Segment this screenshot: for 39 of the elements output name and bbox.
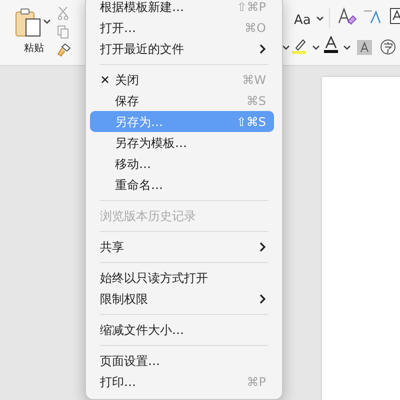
chevron-right-icon	[259, 44, 266, 54]
menu-item[interactable]: 始终以只读方式打开	[90, 267, 274, 288]
menu-item[interactable]: 根据模板新建… ⇧⌘P	[90, 0, 274, 17]
clipboard-icon	[15, 8, 43, 38]
menu-item[interactable]: 打开最近的文件	[90, 38, 274, 59]
menu-item[interactable]: ✕ 关闭 ⌘W	[90, 69, 274, 90]
chevron-right-icon	[259, 294, 266, 304]
highlighter-icon[interactable]	[291, 38, 309, 54]
menu-item[interactable]: 重命名…	[90, 174, 274, 195]
caret-icon[interactable]	[316, 16, 324, 22]
menu-item[interactable]: 保存 ⌘S	[90, 90, 274, 111]
shortcut-label: ⌘O	[244, 20, 266, 36]
character-shading-icon[interactable]	[357, 40, 372, 55]
text-effects-icon[interactable]	[337, 7, 357, 27]
change-case-label: Aa	[294, 12, 311, 30]
caret-icon[interactable]	[43, 19, 51, 25]
format-painter-icon[interactable]	[57, 43, 71, 57]
menu-item[interactable]: 缩减文件大小…	[90, 319, 274, 340]
circled-character-icon[interactable]	[380, 39, 396, 55]
menu-item[interactable]: 共享	[90, 236, 274, 257]
caret-icon[interactable]	[343, 45, 351, 51]
menu-item[interactable]: 打印… ⌘P	[90, 371, 274, 392]
menu-item: 浏览版本历史记录	[99, 208, 197, 224]
shortcut-label: ⌘W	[242, 72, 266, 88]
text-box-icon[interactable]	[390, 8, 400, 24]
shortcut-label: ⇧⌘P	[236, 0, 266, 16]
font-color-icon[interactable]	[323, 36, 339, 54]
menu-item[interactable]: 页面设置…	[90, 350, 274, 371]
shortcut-label: ⇧⌘S	[236, 114, 266, 130]
caret-icon[interactable]	[312, 45, 320, 51]
menu-item[interactable]: 另存为模板…	[90, 132, 274, 153]
menu-item[interactable]: 移动…	[90, 153, 274, 174]
chevron-right-icon	[259, 242, 266, 252]
menu-item[interactable]: 打开… ⌘O	[90, 17, 274, 38]
menu-item[interactable]: 限制权限	[90, 288, 274, 309]
close-mark: ✕	[100, 72, 112, 88]
shortcut-label: ⌘P	[246, 374, 266, 390]
shortcut-label: ⌘S	[246, 92, 266, 110]
paste-button[interactable]: 粘贴	[12, 6, 56, 56]
